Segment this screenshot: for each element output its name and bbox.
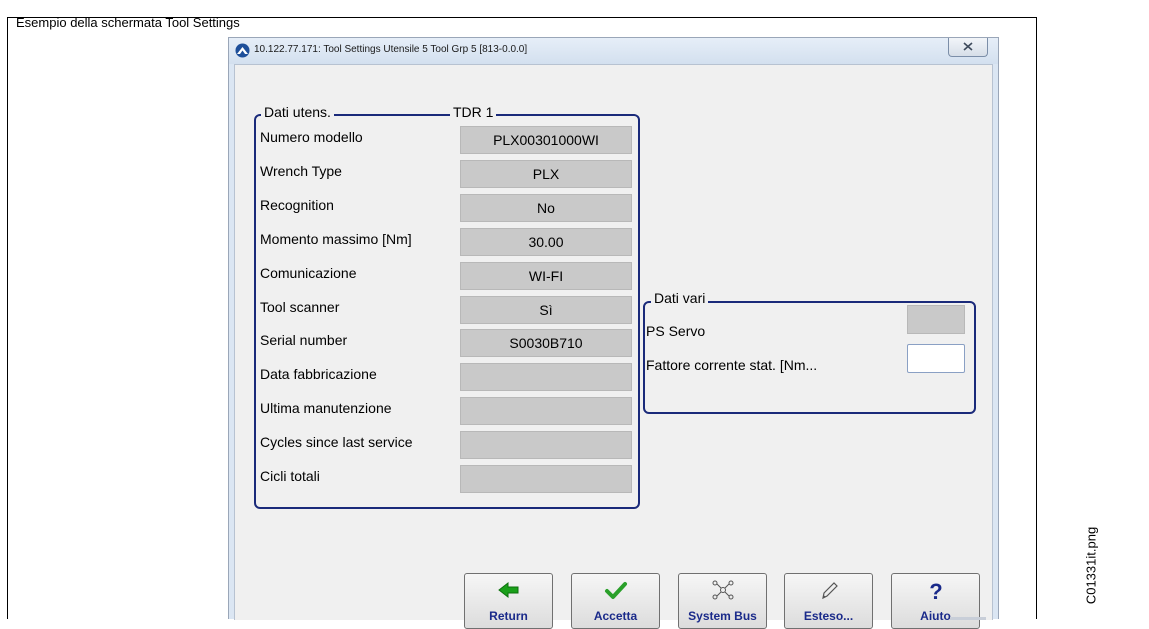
tool-row-label: Ultima manutenzione [260, 400, 392, 416]
extended-button[interactable]: Esteso... [784, 573, 873, 629]
tool-row-label: Comunicazione [260, 265, 357, 281]
static-current-factor-input[interactable] [907, 344, 965, 373]
tool-row-label: Wrench Type [260, 163, 342, 179]
help-button-label: Aiuto [920, 609, 951, 623]
return-button[interactable]: Return [464, 573, 553, 629]
tool-row-value: Sì [460, 296, 632, 324]
app-logo-icon [235, 43, 250, 58]
pen-icon [785, 580, 872, 602]
system-bus-button-label: System Bus [688, 609, 757, 623]
tool-row-label: Serial number [260, 332, 348, 348]
tool-settings-window: 10.122.77.171: Tool Settings Utensile 5 … [228, 37, 999, 629]
window-client-area: Dati utens. TDR 1 Numero modello PLX00301… [234, 64, 993, 629]
image-filename-text: C01331it.png [1083, 526, 1099, 605]
ps-servo-label: PS Servo [646, 323, 706, 339]
ps-servo-field [907, 305, 965, 334]
window-titlebar[interactable]: 10.122.77.171: Tool Settings Utensile 5 … [229, 38, 998, 64]
help-button[interactable]: ? Aiuto [891, 573, 980, 629]
tool-row-value: No [460, 194, 632, 222]
tool-row-value [460, 397, 632, 425]
tool-row-label: Recognition [260, 197, 334, 213]
extended-button-label: Esteso... [803, 609, 854, 623]
svg-text:?: ? [929, 580, 942, 602]
misc-data-legend: Dati vari [651, 290, 709, 306]
accept-button-label: Accetta [593, 609, 638, 623]
image-filename-label: C01331it.png [1080, 524, 1104, 614]
tool-row-label: Cycles since last service [260, 434, 413, 450]
question-mark-icon: ? [892, 579, 979, 604]
window-title: 10.122.77.171: Tool Settings Utensile 5 … [254, 44, 528, 55]
return-button-label: Return [489, 609, 528, 623]
tool-row-label: Data fabbricazione [260, 366, 377, 382]
tool-row-label: Tool scanner [260, 299, 340, 315]
tool-row-label: Momento massimo [Nm] [260, 231, 412, 247]
system-bus-button[interactable]: System Bus [678, 573, 767, 629]
static-current-factor-label: Fattore corrente stat. [Nm... [646, 357, 818, 373]
tool-row-value: WI-FI [460, 262, 632, 290]
tool-row-value: S0030B710 [460, 329, 632, 357]
document-caption: Esempio della schermata Tool Settings [16, 15, 240, 30]
tool-row-value [460, 431, 632, 459]
tool-row-value [460, 465, 632, 493]
network-icon [679, 580, 766, 602]
arrow-left-icon [465, 580, 552, 602]
tool-row-value: 30.00 [460, 228, 632, 256]
tool-row-value [460, 363, 632, 391]
tool-row-label: Numero modello [260, 129, 363, 145]
tool-data-legend: Dati utens. [261, 104, 334, 120]
tool-row-value: PLX00301000WI [460, 126, 632, 154]
tool-id-value: TDR 1 [450, 104, 497, 120]
accept-button[interactable]: Accetta [571, 573, 660, 629]
close-button[interactable] [948, 38, 988, 57]
tool-row-label: Cicli totali [260, 468, 320, 484]
checkmark-icon [572, 580, 659, 602]
tool-row-value: PLX [460, 160, 632, 188]
close-icon [963, 42, 973, 51]
